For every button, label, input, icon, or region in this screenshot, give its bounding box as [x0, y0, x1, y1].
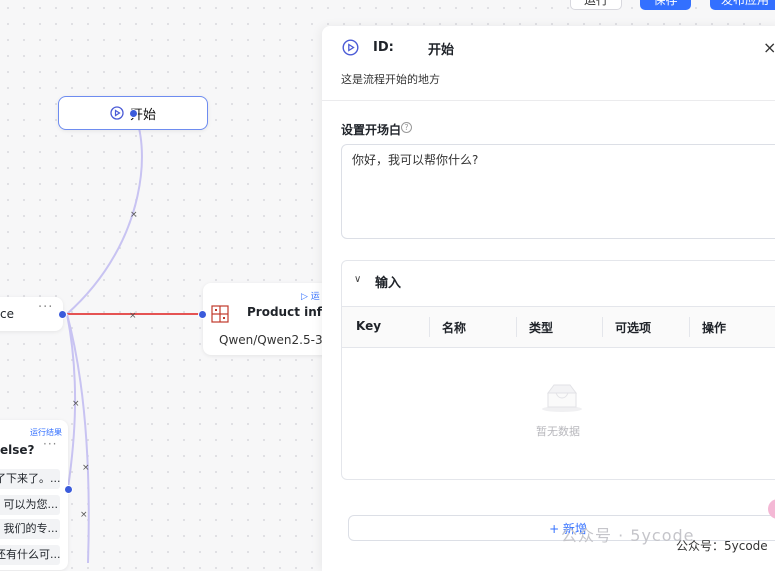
watermark-caption: 公众号：5ycode — [676, 539, 768, 553]
column-header: 可选项 — [615, 321, 652, 335]
empty-inbox-icon — [542, 384, 582, 412]
edge-node-to-down[interactable] — [66, 313, 90, 563]
empty-text: 暂无数据 — [536, 425, 580, 438]
publish-button[interactable]: 发布应用 — [710, 0, 775, 10]
workflow-canvas[interactable]: × × × × × 运行 保存 发布应用 开始 ce ··· ▷ 运 Produ… — [0, 0, 775, 571]
edge-delete-icon[interactable]: × — [130, 210, 138, 220]
node-config-panel: ID: 开始 × 这是流程开始的地方 设置开场白 ? 你好，我可以帮你什么? ∨… — [322, 26, 775, 571]
column-header: 类型 — [529, 321, 554, 335]
save-button[interactable]: 保存 — [640, 0, 691, 10]
branch-handle[interactable] — [64, 485, 73, 494]
play-icon — [110, 106, 124, 120]
play-icon — [342, 39, 359, 56]
run-button[interactable]: 运行 — [570, 0, 622, 10]
branch-row[interactable]: 我们的专... — [0, 519, 60, 539]
edge-delete-icon[interactable]: × — [72, 399, 80, 409]
start-node-handle[interactable] — [129, 109, 138, 118]
branch-row[interactable]: 可以为您... — [0, 495, 60, 515]
workflow-node[interactable]: ce ··· — [0, 297, 63, 331]
node-title: Product info — [247, 305, 331, 319]
run-result-link[interactable]: ▷ 运 — [301, 289, 320, 302]
node-output-handle[interactable] — [58, 310, 67, 319]
input-section: ∨ 输入 Key 名称 类型 可选项 操作 暂无数据 — [341, 260, 775, 480]
node-label: ce — [0, 307, 14, 321]
divider — [429, 317, 430, 337]
product-node-input-handle[interactable] — [198, 310, 207, 319]
column-header: Key — [356, 319, 382, 333]
node-model: Qwen/Qwen2.5-32B — [219, 333, 329, 347]
product-info-node[interactable]: ▷ 运 Product info Qwen/Qwen2.5-32B — [203, 283, 333, 355]
edge-delete-icon[interactable]: × — [82, 463, 90, 473]
node-name[interactable]: 开始 — [428, 39, 454, 58]
divider — [516, 317, 517, 337]
branch-row[interactable]: 了下来了。... — [0, 469, 60, 489]
help-icon[interactable]: ? — [401, 122, 412, 133]
table-header: Key 名称 类型 可选项 操作 — [342, 306, 775, 348]
node-description[interactable]: 这是流程开始的地方 — [341, 71, 440, 87]
branch-row[interactable]: 还有什么可... — [0, 545, 60, 565]
opening-section-title: 设置开场白 — [341, 123, 402, 137]
column-header: 操作 — [702, 321, 727, 335]
divider — [322, 100, 775, 101]
more-icon[interactable]: ··· — [43, 437, 57, 451]
chevron-down-icon[interactable]: ∨ — [354, 274, 361, 285]
watermark-overlay: 公众号 · 5ycode — [561, 526, 695, 545]
column-header: 名称 — [442, 321, 467, 335]
divider — [689, 317, 690, 337]
node-title: else? — [0, 443, 35, 457]
more-icon[interactable]: ··· — [38, 300, 53, 315]
edge-delete-icon[interactable]: × — [80, 510, 88, 520]
opening-textarea[interactable]: 你好，我可以帮你什么? — [341, 144, 775, 239]
divider — [602, 317, 603, 337]
ifelse-node[interactable]: 运行结果 else? ··· 了下来了。... 可以为您... 我们的专... … — [0, 420, 68, 570]
llm-node-icon — [211, 305, 229, 323]
input-section-title[interactable]: 输入 — [375, 272, 401, 291]
edge-delete-icon[interactable]: × — [129, 311, 137, 321]
close-icon[interactable]: × — [763, 38, 775, 57]
id-label: ID: — [373, 40, 394, 55]
